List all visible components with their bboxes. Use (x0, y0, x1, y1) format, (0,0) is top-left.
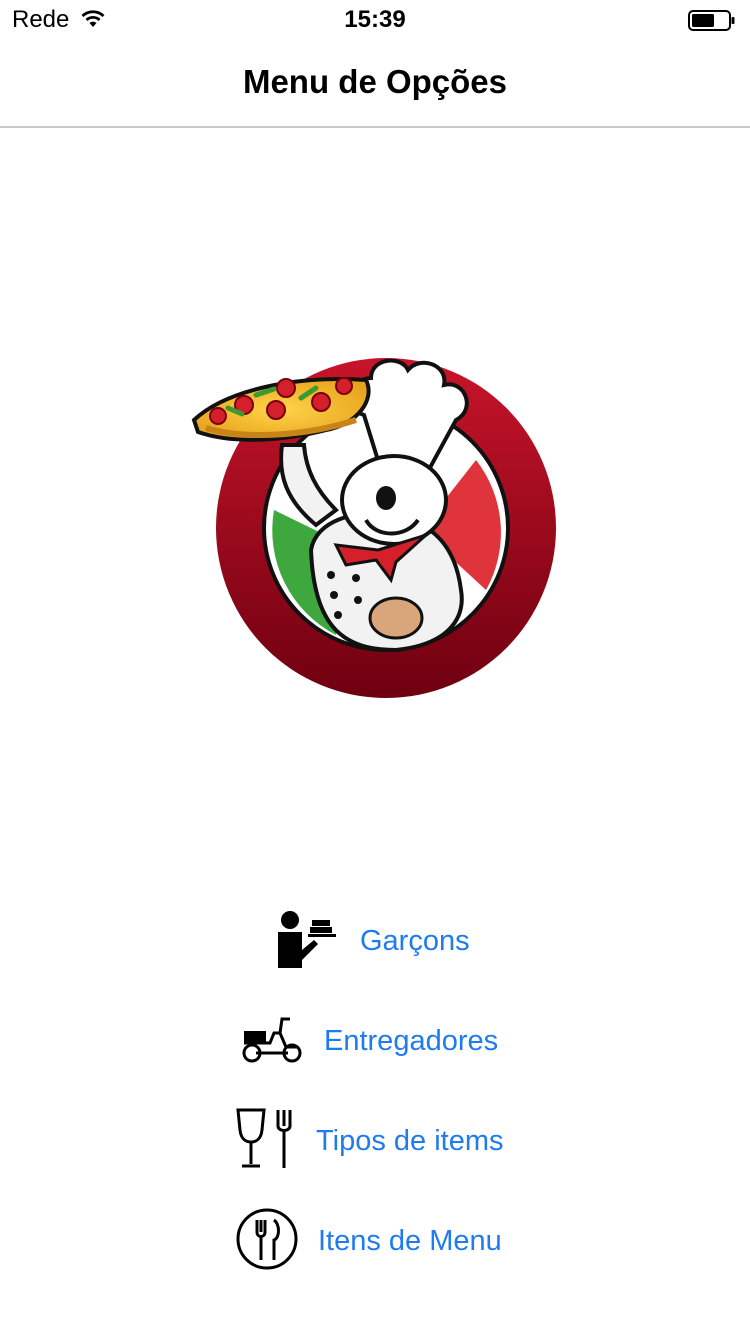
waiter-icon (276, 910, 338, 973)
menu-item-label: Garçons (360, 925, 470, 957)
menu-item-label: Itens de Menu (318, 1225, 502, 1257)
status-time: 15:39 (344, 6, 406, 33)
menu-item-itens-de-menu[interactable]: Itens de Menu (236, 1208, 502, 1275)
chef-pizza-logo (186, 350, 562, 710)
scooter-icon (240, 1013, 304, 1070)
menu-item-label: Entregadores (324, 1025, 499, 1057)
menu-item-garcons[interactable]: Garçons (276, 910, 470, 973)
menu-item-tipos-de-items[interactable]: Tipos de items (234, 1108, 504, 1175)
glass-fork-icon (234, 1108, 296, 1175)
page-title: Menu de Opções (242, 62, 508, 100)
menu-item-entregadores[interactable]: Entregadores (240, 1013, 498, 1070)
cutlery-icon (236, 1208, 298, 1275)
navigation-bar: Menu de Opções (0, 40, 750, 128)
status-bar: Rede 15:39 (0, 0, 750, 40)
battery-icon (688, 10, 736, 37)
menu-item-label: Tipos de items (316, 1125, 504, 1157)
